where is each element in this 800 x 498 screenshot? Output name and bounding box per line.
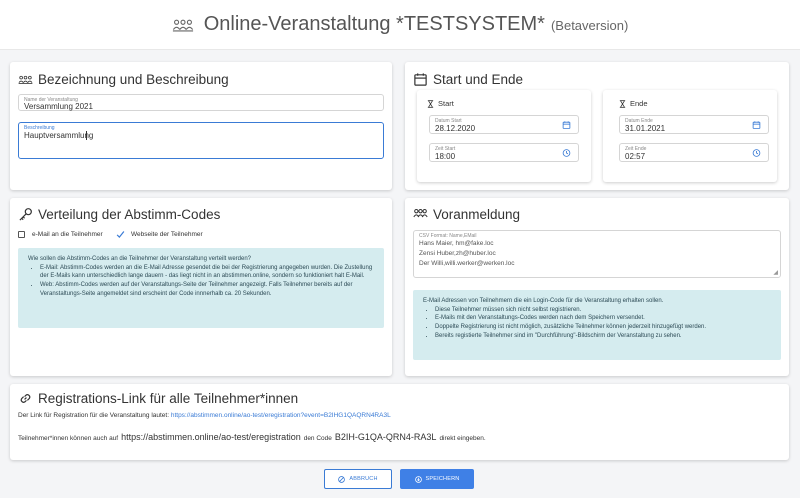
registration-site: https://abstimmen.online/ao-test/eregist… [121, 432, 301, 442]
card-voranmeldung-title: Voranmeldung [413, 207, 520, 222]
people-icon [413, 209, 428, 218]
option-email[interactable]: e-Mail an die Teilnehmer [18, 231, 103, 238]
text-mid: den Code [303, 435, 332, 442]
registration-code: B2IH-G1QA-QRN4-RA3L [334, 432, 437, 442]
card-start-ende-title: Start und Ende [413, 72, 523, 87]
link-prefix: Der Link für Registration für die Verans… [18, 412, 170, 419]
info-item: E-Mail: Abstimm-Codes werden an die E-Ma… [40, 264, 374, 281]
page-title-text: Online-Veranstaltung *TESTSYSTEM* [203, 13, 545, 35]
info-item: Web: Abstimm-Codes werden auf der Verans… [40, 281, 374, 298]
checkmark-icon[interactable] [116, 230, 125, 239]
card-title-text: Start und Ende [433, 72, 524, 87]
card-title-text: Bezeichnung und Beschreibung [38, 72, 229, 87]
ende-subcard: Ende Datum Ende 31.01.2021 Zeit Ende 02:… [603, 90, 777, 182]
csv-line: Der Willi,willi.werker@werken.loc [419, 260, 515, 268]
info-item: E-Mails mit den Veranstaltungs-Codes wer… [435, 314, 771, 323]
key-icon [19, 208, 32, 221]
info-intro: E-Mail Adressen von Teilnehmern die ein … [423, 298, 664, 304]
card-bezeichnung: Bezeichnung und Beschreibung Name der Ve… [10, 62, 392, 190]
info-list: Diese Teilnehmer müssen sich nicht selbs… [435, 306, 771, 341]
card-verteilung-title: Verteilung der Abstimm-Codes [18, 207, 220, 222]
checkbox-email[interactable] [18, 231, 25, 238]
field-value: 28.12.2020 [435, 124, 476, 133]
subtitle-text: Ende [630, 99, 648, 108]
option-web-label: Webseite der Teilnehmer [131, 231, 203, 238]
cancel-button-label: ABBRUCH [349, 476, 378, 482]
text-after: direkt eingeben. [439, 435, 486, 442]
field-value: Versammlung 2021 [24, 102, 93, 111]
start-subcard: Start Datum Start 28.12.2020 Zeit Start … [417, 90, 591, 182]
card-title-text: Verteilung der Abstimm-Codes [38, 207, 221, 222]
text-cursor [86, 131, 87, 140]
resize-handle[interactable]: ◢ [773, 269, 778, 276]
description-field[interactable]: Beschreibung Hauptversammlung [18, 122, 384, 159]
start-subtitle: Start [427, 99, 454, 108]
info-list: E-Mail: Abstimm-Codes werden an die E-Ma… [40, 264, 374, 299]
csv-content: Hans Maier, hm@fake.loc Zensi Huber,zh@h… [419, 239, 514, 269]
page-header: Online-Veranstaltung *TESTSYSTEM* (Betav… [0, 0, 800, 50]
registration-link-line: Der Link für Registration für die Verans… [18, 412, 391, 419]
card-registration-title: Registrations-Link für alle Teilnehmer*i… [18, 391, 298, 406]
group-icon [18, 75, 33, 84]
card-registration: Registrations-Link für alle Teilnehmer*i… [10, 384, 789, 460]
calendar-icon[interactable] [752, 120, 761, 129]
end-time-field[interactable]: Zeit Ende 02:57 [619, 143, 769, 162]
field-value: Hauptversammlung [24, 131, 94, 140]
registration-link[interactable]: https://abstimmen.online/ao-test/eregist… [171, 412, 391, 419]
option-email-label: e-Mail an die Teilnehmer [32, 231, 103, 238]
field-value: 31.01.2021 [625, 124, 666, 133]
event-name-field[interactable]: Name der Veranstaltung Versammlung 2021 [18, 94, 384, 111]
save-button[interactable]: SPEICHERN [400, 469, 474, 489]
csv-textarea[interactable]: CSV Format: Name,EMail Hans Maier, hm@fa… [413, 230, 781, 278]
save-button-label: SPEICHERN [425, 476, 460, 482]
clock-icon[interactable] [752, 148, 761, 157]
beta-label: (Betaversion) [550, 18, 629, 33]
start-time-field[interactable]: Zeit Start 18:00 [429, 143, 579, 162]
calendar-icon[interactable] [562, 120, 571, 129]
card-start-ende: Start und Ende Start Datum Start 28.12.2… [405, 62, 789, 190]
text-before: Teilnehmer*innen können auch auf [18, 435, 119, 442]
info-item: Diese Teilnehmer müssen sich nicht selbs… [435, 306, 771, 315]
card-voranmeldung: Voranmeldung CSV Format: Name,EMail Hans… [405, 198, 789, 376]
info-item: Bereits registierte Teilnehmer sind im "… [435, 332, 771, 341]
voranmeldung-info-box: E-Mail Adressen von Teilnehmern die ein … [413, 290, 781, 360]
cancel-button[interactable]: ABBRUCH [324, 469, 392, 489]
calendar-icon [414, 73, 427, 86]
hourglass-start-icon [427, 99, 434, 108]
field-value: 18:00 [435, 152, 456, 161]
csv-line: Zensi Huber,zh@huber.loc [419, 250, 496, 258]
group-icon [172, 19, 193, 32]
start-date-field[interactable]: Datum Start 28.12.2020 [429, 115, 579, 134]
cancel-icon [338, 475, 346, 483]
field-value: 02:57 [625, 152, 646, 161]
verteilung-info-box: Wie sollen die Abstimm-Codes an die Teil… [18, 248, 384, 328]
card-bezeichnung-title: Bezeichnung und Beschreibung [18, 72, 229, 87]
card-title-text: Registrations-Link für alle Teilnehmer*i… [38, 391, 299, 406]
registration-code-line: Teilnehmer*innen können auch auf https:/… [18, 432, 486, 442]
page-title: Online-Veranstaltung *TESTSYSTEM* (Betav… [172, 13, 629, 36]
option-web[interactable]: Webseite der Teilnehmer [116, 230, 203, 239]
csv-line: Hans Maier, hm@fake.loc [419, 240, 494, 247]
card-title-text: Voranmeldung [433, 207, 521, 222]
hourglass-end-icon [619, 99, 626, 108]
info-intro: Wie sollen die Abstimm-Codes an die Teil… [28, 256, 252, 262]
end-date-field[interactable]: Datum Ende 31.01.2021 [619, 115, 769, 134]
link-icon [20, 394, 31, 403]
subtitle-text: Start [438, 99, 454, 108]
clock-icon[interactable] [562, 148, 571, 157]
card-verteilung: Verteilung der Abstimm-Codes e-Mail an d… [10, 198, 392, 376]
ende-subtitle: Ende [619, 99, 648, 108]
info-item: Doppelte Registrierung ist nicht möglich… [435, 323, 771, 332]
save-icon [414, 475, 422, 483]
